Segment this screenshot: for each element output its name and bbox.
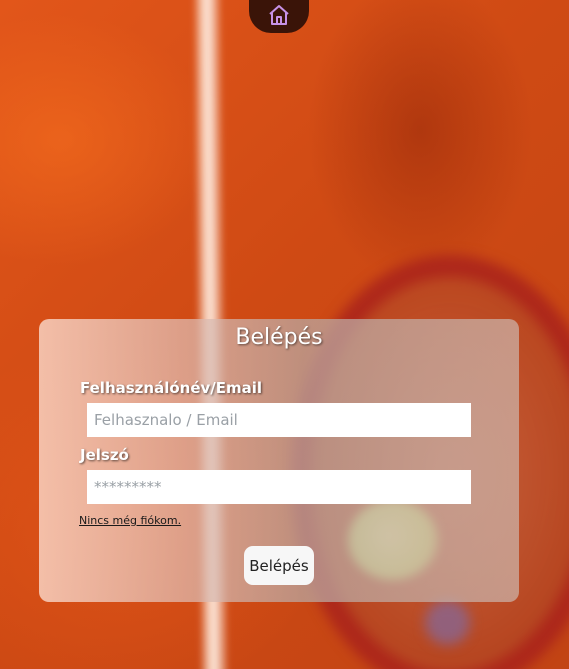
signup-link[interactable]: Nincs még fiókom. xyxy=(79,514,181,527)
login-card: Belépés Felhasználónév/Email Jelszó Ninc… xyxy=(39,319,519,602)
password-input[interactable] xyxy=(87,470,471,504)
username-input[interactable] xyxy=(87,403,471,437)
username-label: Felhasználónév/Email xyxy=(80,379,263,397)
ball-blur xyxy=(425,600,470,645)
home-button[interactable] xyxy=(249,0,309,33)
login-button[interactable]: Belépés xyxy=(244,546,314,585)
password-label: Jelszó xyxy=(80,446,129,464)
login-title: Belépés xyxy=(235,325,323,350)
home-icon xyxy=(269,5,289,25)
